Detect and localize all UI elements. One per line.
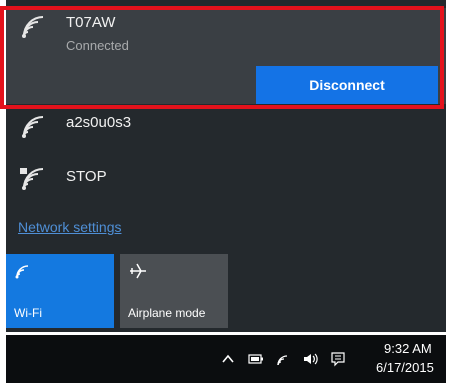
- network-item[interactable]: STOP: [6, 160, 446, 200]
- network-item[interactable]: a2s0u0s3: [6, 108, 446, 148]
- airplane-mode-tile-label: Airplane mode: [128, 306, 206, 320]
- wifi-icon[interactable]: [276, 351, 292, 367]
- taskbar: 9:32 AM 6/17/2015: [6, 335, 446, 383]
- network-settings-link[interactable]: Network settings: [18, 219, 121, 235]
- wifi-signal-icon: [20, 16, 46, 40]
- wifi-signal-icon: [20, 116, 46, 140]
- wifi-icon: [14, 262, 34, 280]
- network-status: Connected: [66, 38, 129, 53]
- battery-icon[interactable]: [248, 351, 264, 367]
- clock-date[interactable]: 6/17/2015: [376, 360, 434, 375]
- wifi-tile-label: Wi-Fi: [14, 306, 42, 320]
- network-name: a2s0u0s3: [66, 114, 132, 131]
- network-name: STOP: [66, 168, 107, 185]
- chevron-up-icon[interactable]: [220, 351, 236, 367]
- disconnect-button[interactable]: Disconnect: [256, 66, 438, 104]
- network-flyout: T07AW Connected Disconnect a2s0u0s3 STOP…: [6, 0, 446, 332]
- airplane-mode-tile[interactable]: Airplane mode: [120, 254, 228, 328]
- clock-time[interactable]: 9:32 AM: [384, 341, 432, 356]
- wifi-secured-icon: [20, 164, 46, 192]
- network-name: T07AW: [66, 14, 116, 31]
- airplane-icon: [128, 262, 148, 280]
- wifi-tile[interactable]: Wi-Fi: [6, 254, 114, 328]
- action-center-icon[interactable]: [330, 351, 346, 367]
- volume-icon[interactable]: [302, 351, 318, 367]
- network-item-selected[interactable]: T07AW Connected Disconnect: [6, 8, 446, 104]
